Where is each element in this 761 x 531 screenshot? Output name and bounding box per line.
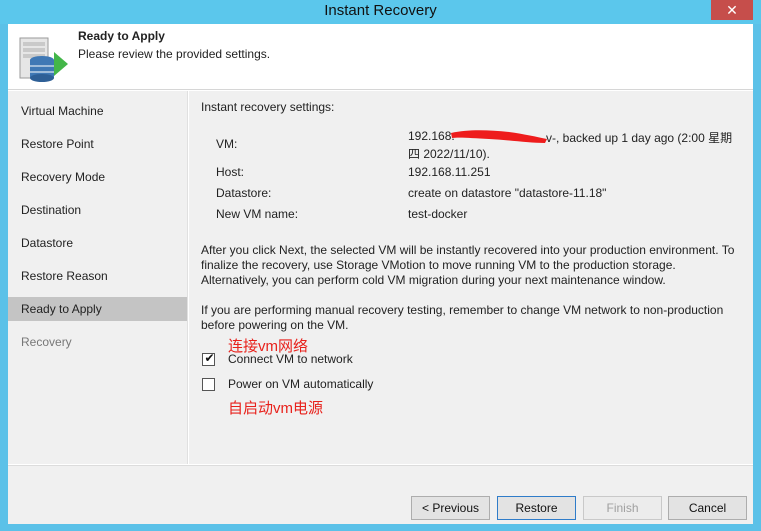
connect-network-checkbox[interactable]: ✔ xyxy=(202,351,215,366)
vm-value-suffix: v-, backed up 1 day ago (2:00 星期 xyxy=(546,131,733,145)
title-bar: Instant Recovery ✕ xyxy=(0,0,761,24)
sidebar-item-restore-point[interactable]: Restore Point xyxy=(8,132,187,156)
redaction-mark xyxy=(451,130,547,143)
server-database-arrow-icon xyxy=(19,37,68,82)
recovery-info-text: After you click Next, the selected VM wi… xyxy=(201,243,735,287)
wizard-header: Ready to Apply Please review the provide… xyxy=(8,24,753,90)
new-vm-name-value: test-docker xyxy=(408,207,468,221)
wizard-footer: < Previous Restore Finish Cancel xyxy=(8,465,753,524)
power-on-label[interactable]: Power on VM automatically xyxy=(228,377,373,391)
connect-network-label[interactable]: Connect VM to network xyxy=(228,352,353,366)
sidebar-item-restore-reason[interactable]: Restore Reason xyxy=(8,264,187,288)
wizard-steps-sidebar: Virtual Machine Restore Point Recovery M… xyxy=(8,91,188,464)
annotation-power-on: 自启动vm电源 xyxy=(228,400,323,417)
vm-value-line2: 四 2022/11/10). xyxy=(408,147,490,161)
testing-warning-text: If you are performing manual recovery te… xyxy=(201,303,724,332)
wizard-window: Ready to Apply Please review the provide… xyxy=(8,24,753,524)
host-label: Host: xyxy=(216,165,245,179)
datastore-label: Datastore: xyxy=(216,186,272,200)
sidebar-item-recovery-mode[interactable]: Recovery Mode xyxy=(8,165,187,189)
sidebar-item-datastore[interactable]: Datastore xyxy=(8,231,187,255)
sidebar-item-destination[interactable]: Destination xyxy=(8,198,187,222)
page-title: Ready to Apply xyxy=(78,29,165,43)
previous-button[interactable]: < Previous xyxy=(411,496,490,520)
sidebar-item-ready-to-apply[interactable]: Ready to Apply xyxy=(8,297,187,321)
section-title: Instant recovery settings: xyxy=(201,100,335,114)
finish-button: Finish xyxy=(583,496,662,520)
vm-label: VM: xyxy=(216,137,238,151)
sidebar-item-virtual-machine[interactable]: Virtual Machine xyxy=(8,99,187,123)
window-title: Instant Recovery xyxy=(324,2,437,19)
vm-value-prefix: 192.168. xyxy=(408,129,455,143)
checkmark-icon: ✔ xyxy=(204,351,215,365)
page-subtitle: Please review the provided settings. xyxy=(78,47,271,61)
close-button[interactable]: ✕ xyxy=(711,0,753,20)
settings-panel: Instant recovery settings: VM: 192.168. … xyxy=(189,91,753,464)
sidebar-item-recovery: Recovery xyxy=(21,335,72,349)
power-on-checkbox[interactable] xyxy=(202,378,215,391)
host-value: 192.168.11.251 xyxy=(408,165,491,179)
cancel-button[interactable]: Cancel xyxy=(668,496,747,520)
new-vm-name-label: New VM name: xyxy=(216,207,299,221)
restore-button[interactable]: Restore xyxy=(497,496,576,520)
datastore-value: create on datastore "datastore-11.18" xyxy=(408,186,607,200)
